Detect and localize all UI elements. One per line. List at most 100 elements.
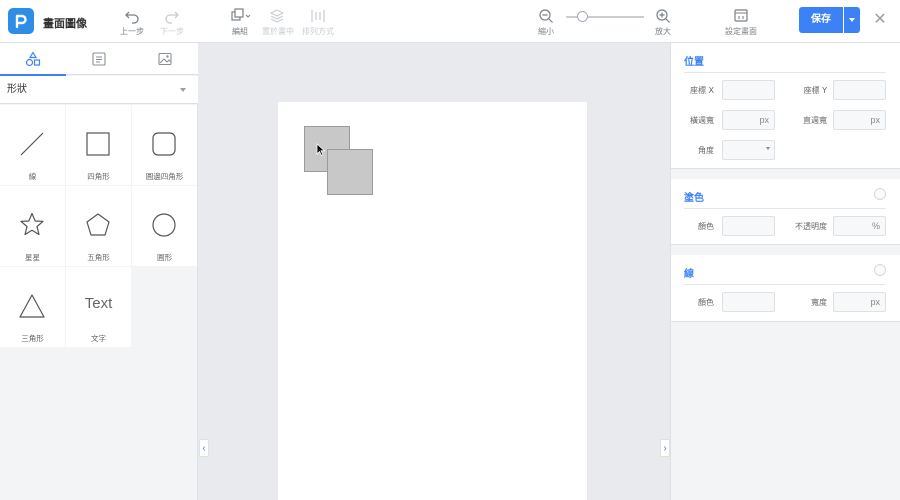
properties-panel: 位置 座標 X 座標 Y 橫週寬 px 直週寬 px 角度 塗色 顏色 不透明度… (670, 43, 900, 500)
panel-tabs (0, 43, 198, 76)
circle-icon (152, 213, 176, 237)
app-title: 畫面圖像 (43, 17, 87, 30)
star-icon (20, 212, 44, 236)
width-input[interactable]: px (722, 110, 775, 130)
fill-section: 塗色 顏色 不透明度 % (671, 179, 900, 245)
page-settings-button[interactable]: 設定畫面 (724, 7, 758, 37)
group-icon (231, 8, 251, 21)
line-icon (20, 132, 44, 156)
group-button[interactable]: 編組 (226, 7, 254, 37)
field-label: 顏色 (698, 222, 714, 231)
canvas-area[interactable]: ‹ › (199, 43, 670, 500)
unit-label: px (870, 115, 880, 125)
shape-square[interactable]: 四角形 (66, 105, 131, 185)
fill-toggle[interactable] (874, 188, 886, 200)
save-dropdown-button[interactable] (844, 7, 860, 33)
redo-label: 下一步 (160, 27, 184, 36)
divider (684, 72, 886, 73)
shape-label: 線 (28, 172, 37, 181)
arrange-label: 排列方式 (302, 27, 334, 36)
x-coordinate-input[interactable] (722, 80, 775, 100)
arrange-button[interactable]: 排列方式 (302, 7, 334, 37)
redo-icon (165, 11, 179, 24)
stroke-color-input[interactable] (722, 292, 775, 312)
image-icon (158, 52, 172, 66)
undo-button[interactable]: 上一步 (118, 7, 146, 37)
zoom-out-icon (539, 9, 553, 23)
zoom-in-icon (656, 9, 670, 23)
section-title: 位置 (684, 57, 704, 68)
distribute-icon (311, 10, 325, 22)
collapse-right-panel-button[interactable]: › (660, 439, 670, 457)
zoom-in-label: 放大 (655, 27, 671, 36)
app-logo[interactable] (8, 8, 34, 34)
stroke-width-input[interactable]: px (833, 292, 886, 312)
shape-category-label: 形狀 (7, 84, 27, 95)
field-label: 座標 Y (803, 86, 827, 95)
shape-label: 四角形 (87, 172, 110, 181)
shape-label: 五角形 (87, 253, 110, 262)
zoom-in-button[interactable]: 放大 (651, 7, 675, 37)
text-block-icon (92, 52, 106, 66)
fill-color-input[interactable] (722, 216, 775, 236)
angle-select[interactable] (722, 140, 775, 160)
page-settings-label: 設定畫面 (725, 27, 757, 36)
pentagon-icon (86, 213, 110, 236)
shape-rounded-square[interactable]: 圓邊四角形 (132, 105, 197, 185)
divider (684, 208, 886, 209)
shape-label: 文字 (91, 334, 106, 343)
zoom-out-label: 縮小 (538, 27, 554, 36)
toolbar: 畫面圖像 上一步 下一步 編組 置於畫中 排列方式 縮小 放大 設定畫面 保存 … (0, 0, 900, 43)
close-icon[interactable]: ✕ (872, 12, 888, 28)
layers-icon (269, 9, 285, 23)
shape-label: 圓形 (157, 253, 172, 262)
tab-text[interactable] (66, 43, 132, 75)
unit-label: px (759, 115, 769, 125)
shape-label: 星星 (25, 253, 40, 262)
shape-text[interactable]: Text 文字 (66, 267, 131, 347)
triangle-icon (19, 294, 45, 318)
logo-icon (15, 14, 27, 29)
canvas-rectangle-shape[interactable] (327, 149, 373, 195)
align-center-label: 置於畫中 (262, 27, 294, 36)
field-label: 橫週寬 (690, 116, 714, 125)
zoom-out-button[interactable]: 縮小 (534, 7, 558, 37)
page-settings-icon (734, 9, 748, 22)
position-section: 位置 座標 X 座標 Y 橫週寬 px 直週寬 px 角度 (671, 43, 900, 169)
height-input[interactable]: px (833, 110, 886, 130)
stroke-section: 線 顏色 寬度 px (671, 255, 900, 322)
y-coordinate-input[interactable] (833, 80, 886, 100)
shape-circle[interactable]: 圓形 (132, 186, 197, 266)
redo-button[interactable]: 下一步 (158, 7, 186, 37)
shape-category-select[interactable]: 形狀 (0, 76, 198, 104)
mouse-cursor-icon (316, 143, 326, 157)
align-center-button[interactable]: 置於畫中 (262, 7, 294, 37)
tab-shapes[interactable] (0, 43, 66, 76)
shape-line[interactable]: 線 (0, 105, 65, 185)
collapse-left-panel-button[interactable]: ‹ (199, 439, 209, 457)
text-icon: Text (84, 295, 113, 312)
save-button[interactable]: 保存 (799, 7, 843, 33)
group-label: 編組 (232, 27, 248, 36)
chevron-down-icon (180, 88, 186, 92)
field-label: 角度 (698, 146, 714, 155)
field-label: 顏色 (698, 298, 714, 307)
tab-image[interactable] (132, 43, 198, 75)
shape-pentagon[interactable]: 五角形 (66, 186, 131, 266)
stroke-toggle[interactable] (874, 264, 886, 276)
zoom-slider-handle[interactable] (577, 11, 588, 22)
unit-label: % (871, 221, 880, 231)
opacity-input[interactable]: % (833, 216, 886, 236)
unit-label: px (870, 297, 880, 307)
field-label: 不透明度 (795, 222, 827, 231)
shape-star[interactable]: 星星 (0, 186, 65, 266)
square-icon (86, 132, 110, 156)
divider (684, 284, 886, 285)
left-panel: 形狀 線 四角形 圓邊四角形 星星 五角形 圓形 三角形 Text 文字 (0, 43, 198, 500)
canvas-page[interactable] (278, 102, 587, 500)
undo-icon (125, 11, 139, 24)
section-title: 塗色 (684, 193, 704, 204)
undo-label: 上一步 (120, 27, 144, 36)
shape-label: 三角形 (21, 334, 44, 343)
shape-triangle[interactable]: 三角形 (0, 267, 65, 347)
